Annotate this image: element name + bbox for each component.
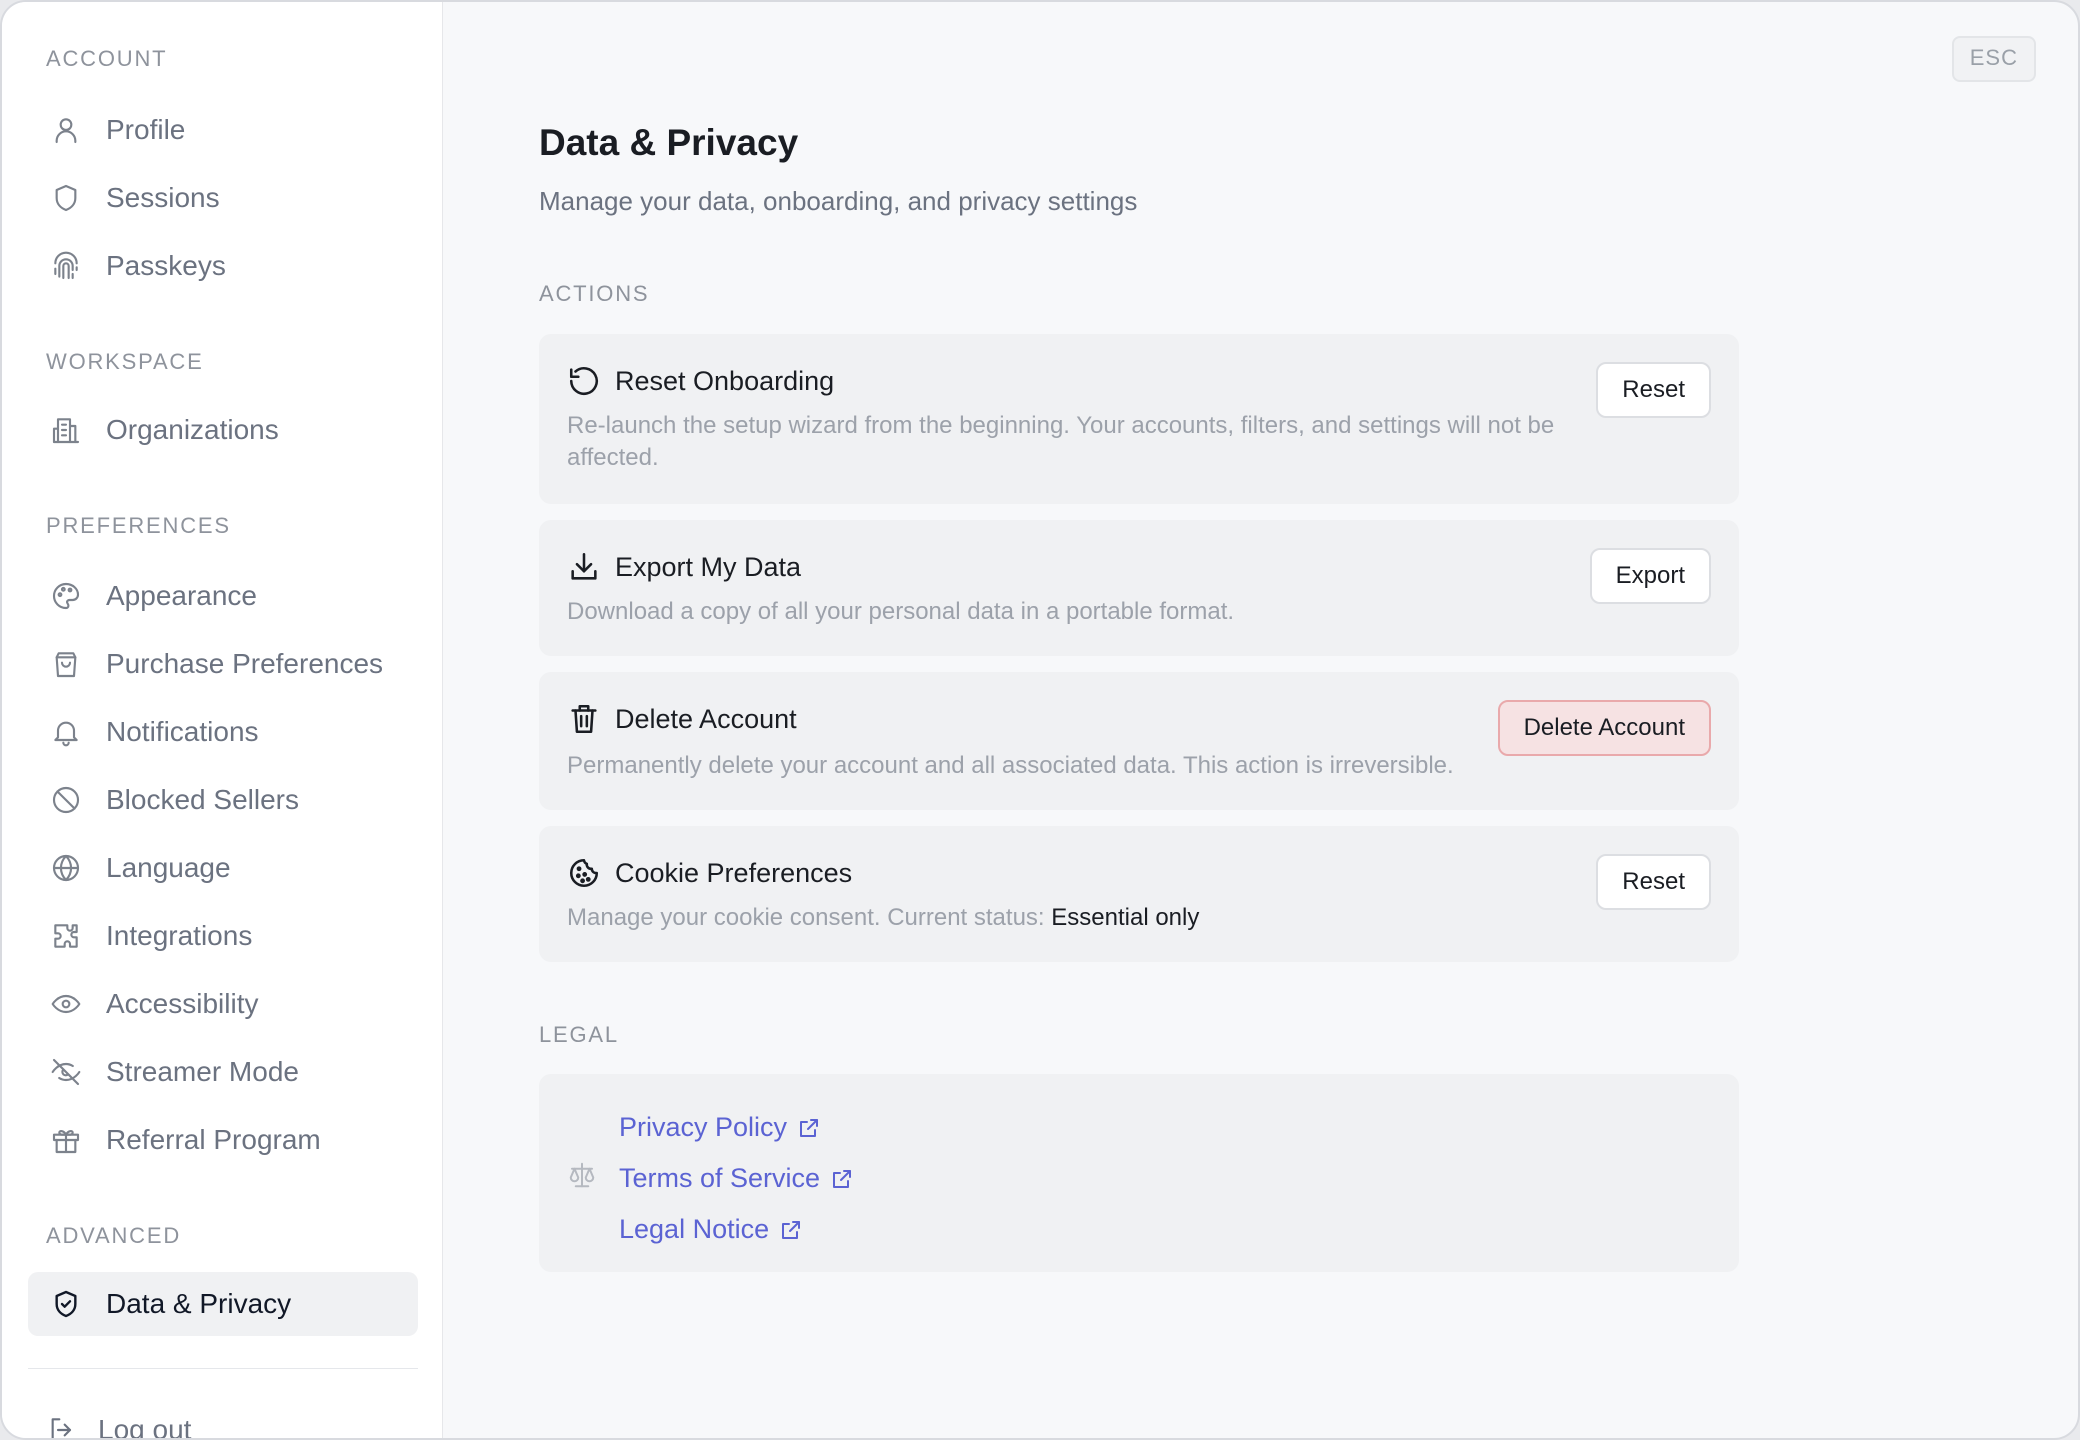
cookie-preferences-description: Manage your cookie consent. Current stat… (567, 902, 1199, 934)
sidebar-item-organizations[interactable]: Organizations (28, 398, 418, 462)
sidebar-item-label: Accessibility (106, 988, 259, 1019)
cookie-status-value: Essential only (1051, 904, 1200, 931)
sidebar-divider (28, 1368, 418, 1369)
reset-onboarding-description: Re-launch the setup wizard from the begi… (567, 410, 1554, 474)
legal-links: Privacy Policy Terms of Service Legal No… (619, 1102, 854, 1255)
external-link-icon (830, 1167, 854, 1191)
esc-button[interactable]: ESC (1951, 36, 2036, 82)
page-title: Data & Privacy (539, 122, 799, 163)
privacy-policy-link[interactable]: Privacy Policy (619, 1102, 854, 1153)
privacy-policy-label: Privacy Policy (619, 1112, 788, 1142)
sidebar-item-label: Referral Program (106, 1124, 321, 1155)
sidebar-item-label: Purchase Preferences (106, 648, 384, 679)
sidebar-item-blocked-sellers[interactable]: Blocked Sellers (28, 768, 418, 832)
sidebar-item-language[interactable]: Language (28, 836, 418, 900)
sidebar-item-passkeys[interactable]: Passkeys (28, 234, 418, 298)
settings-window: ACCOUNT Profile Sessions Passkeys WORKSP… (0, 0, 2080, 1440)
terms-of-service-label: Terms of Service (619, 1163, 821, 1193)
sidebar-item-label: Sessions (106, 182, 220, 213)
legal-section-label: LEGAL (539, 1022, 619, 1047)
sidebar-item-sessions[interactable]: Sessions (28, 166, 418, 230)
palette-icon (50, 580, 82, 612)
building-icon (50, 414, 82, 446)
delete-account-button[interactable]: Delete Account (1497, 700, 1711, 756)
section-label-advanced: ADVANCED (46, 1223, 182, 1248)
external-link-icon (779, 1218, 803, 1242)
section-label-preferences: PREFERENCES (46, 513, 231, 538)
logout-label: Log out (98, 1414, 192, 1440)
sidebar-item-label: Organizations (106, 414, 279, 445)
page-subtitle: Manage your data, onboarding, and privac… (539, 186, 1138, 216)
scale-icon (567, 1160, 597, 1190)
puzzle-icon (50, 920, 82, 952)
delete-account-title: Delete Account (615, 703, 797, 734)
reset-onboarding-title: Reset Onboarding (615, 365, 835, 396)
cookie-reset-button[interactable]: Reset (1596, 854, 1711, 910)
reset-onboarding-title-row: Reset Onboarding (567, 364, 834, 398)
sidebar-item-data-privacy[interactable]: Data & Privacy (28, 1272, 418, 1336)
shopping-bag-icon (50, 648, 82, 680)
sidebar-item-referral-program[interactable]: Referral Program (28, 1108, 418, 1172)
sidebar-item-accessibility[interactable]: Accessibility (28, 972, 418, 1036)
sidebar-item-label: Profile (106, 114, 186, 145)
sidebar-item-purchase-preferences[interactable]: Purchase Preferences (28, 632, 418, 696)
export-data-title: Export My Data (615, 551, 802, 582)
eye-icon (50, 988, 82, 1020)
cookie-preferences-card: Cookie Preferences Manage your cookie co… (539, 826, 1739, 962)
section-label-account: ACCOUNT (46, 46, 168, 71)
sidebar-item-profile[interactable]: Profile (28, 98, 418, 162)
legal-notice-link[interactable]: Legal Notice (619, 1204, 854, 1255)
download-icon (567, 550, 601, 584)
sidebar-item-integrations[interactable]: Integrations (28, 904, 418, 968)
delete-account-description: Permanently delete your account and all … (567, 752, 1454, 779)
main-content: ESC Data & Privacy Manage your data, onb… (443, 2, 2078, 1438)
cookie-icon (567, 856, 601, 890)
actions-section-label: ACTIONS (539, 281, 650, 306)
shield-check-icon (50, 1288, 82, 1320)
sidebar-item-label: Appearance (106, 580, 258, 611)
export-data-description: Download a copy of all your personal dat… (567, 598, 1235, 625)
sidebar-item-label: Data & Privacy (106, 1288, 292, 1319)
cookie-preferences-title-row: Cookie Preferences (567, 856, 852, 890)
sidebar-item-label: Blocked Sellers (106, 784, 299, 815)
sidebar-item-notifications[interactable]: Notifications (28, 700, 418, 764)
reset-onboarding-card: Reset Onboarding Re-launch the setup wiz… (539, 334, 1739, 504)
legal-notice-label: Legal Notice (619, 1214, 770, 1244)
terms-of-service-link[interactable]: Terms of Service (619, 1153, 854, 1204)
external-link-icon (797, 1116, 821, 1140)
sidebar-item-label: Integrations (106, 920, 253, 951)
description-line: Re-launch the setup wizard from the begi… (567, 412, 1555, 439)
eye-off-icon (50, 1056, 82, 1088)
description-line: affected. (567, 444, 659, 471)
export-data-title-row: Export My Data (567, 550, 801, 584)
globe-icon (50, 852, 82, 884)
delete-account-title-row: Delete Account (567, 702, 797, 736)
cookie-preferences-title: Cookie Preferences (615, 857, 853, 888)
bell-icon (50, 716, 82, 748)
export-button[interactable]: Export (1589, 548, 1711, 604)
export-data-card: Export My Data Download a copy of all yo… (539, 520, 1739, 656)
rotate-ccw-icon (567, 364, 601, 398)
sidebar-item-appearance[interactable]: Appearance (28, 564, 418, 628)
trash-icon (567, 702, 601, 736)
cookie-description-text: Manage your cookie consent. Current stat… (567, 904, 1045, 931)
logout-button[interactable]: Log out (46, 1414, 192, 1440)
sidebar-item-label: Language (106, 852, 231, 883)
shield-icon (50, 182, 82, 214)
ban-icon (50, 784, 82, 816)
section-label-workspace: WORKSPACE (46, 349, 204, 374)
fingerprint-icon (50, 250, 82, 282)
sidebar-item-label: Streamer Mode (106, 1056, 299, 1087)
sidebar: ACCOUNT Profile Sessions Passkeys WORKSP… (2, 2, 443, 1438)
logout-icon (46, 1414, 78, 1438)
delete-account-card: Delete Account Permanently delete your a… (539, 672, 1739, 810)
reset-onboarding-button[interactable]: Reset (1596, 362, 1711, 418)
sidebar-item-label: Passkeys (106, 250, 226, 281)
user-icon (50, 114, 82, 146)
sidebar-item-streamer-mode[interactable]: Streamer Mode (28, 1040, 418, 1104)
sidebar-item-label: Notifications (106, 716, 259, 747)
legal-card: Privacy Policy Terms of Service Legal No… (539, 1074, 1739, 1272)
gift-icon (50, 1124, 82, 1156)
